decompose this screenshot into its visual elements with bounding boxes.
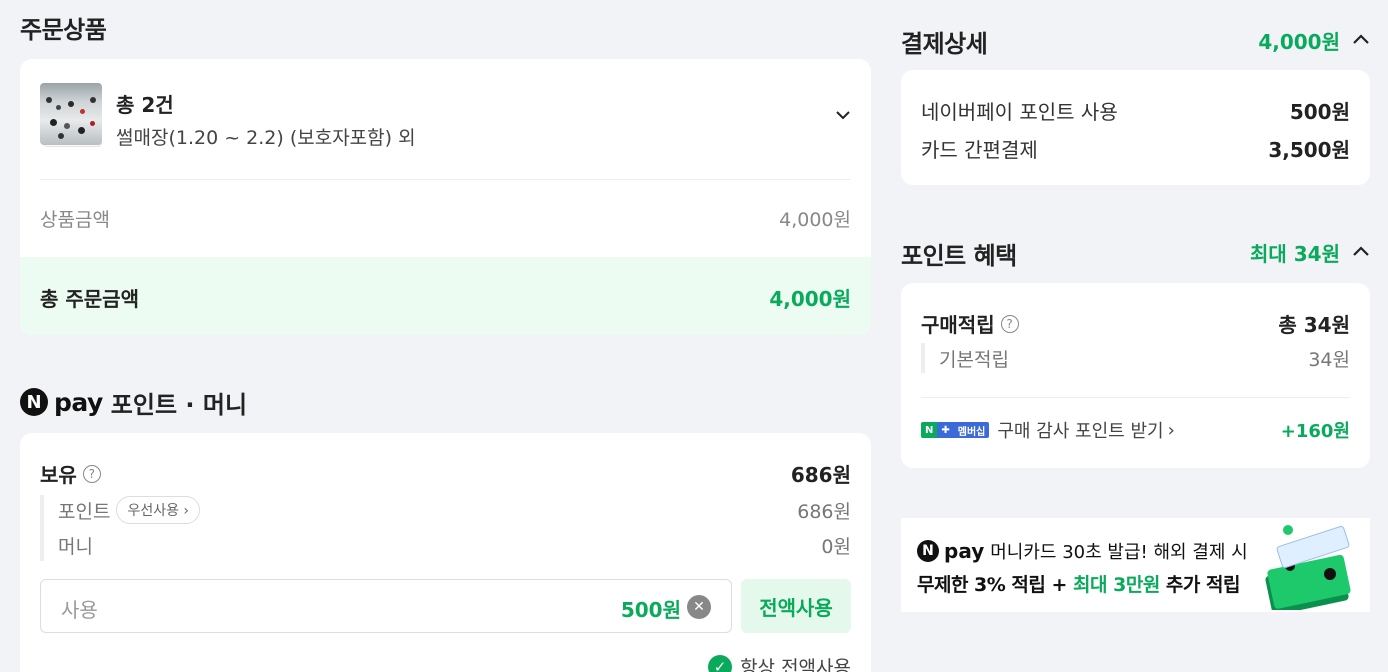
point-benefit-title: 포인트 혜택 <box>901 242 1017 270</box>
order-total-row: 총 주문금액 4,000원 <box>20 257 871 335</box>
product-summary[interactable]: 총 2건 썰매장(1.20 ~ 2.2) (보호자포함) 외 <box>40 83 851 153</box>
clear-icon[interactable]: ✕ <box>687 595 711 619</box>
money-label: 머니 <box>58 535 93 558</box>
product-thumbnail <box>40 83 102 147</box>
use-amount-value: 500원 <box>620 598 681 622</box>
chevron-right-icon: › <box>1167 419 1175 441</box>
npay-section-title: N pay 포인트 · 머니 <box>20 386 248 419</box>
purchase-reward-value: 총 34원 <box>1278 313 1350 337</box>
basic-reward-row: 기본적립 34원 <box>921 343 1350 373</box>
priority-use-pill[interactable]: 우선사용 › <box>116 496 201 524</box>
point-benefit-card: 구매적립 ? 총 34원 기본적립 34원 N ✚ 멤버십 구매 감사 포인트 … <box>901 283 1370 468</box>
thanks-point-label: 구매 감사 포인트 받기 <box>997 421 1164 442</box>
payment-line-value: 3,500원 <box>1268 138 1350 162</box>
help-icon[interactable]: ? <box>82 464 101 483</box>
sledding-photo <box>40 83 102 145</box>
naver-n-logo: N <box>917 540 939 562</box>
order-total-label: 총 주문금액 <box>40 287 139 311</box>
money-card-illustration <box>1265 525 1351 610</box>
chevron-up-icon[interactable] <box>1352 242 1370 260</box>
divider <box>921 397 1350 398</box>
pay-logo: pay <box>54 387 103 417</box>
payment-line-label: 네이버페이 포인트 사용 <box>921 100 1118 124</box>
purchase-reward-label: 구매적립 <box>921 313 995 337</box>
thanks-point-value: +160원 <box>1280 421 1350 442</box>
product-name: 썰매장(1.20 ~ 2.2) (보호자포함) 외 <box>116 127 416 149</box>
money-row: 머니 0원 <box>58 530 851 560</box>
check-icon: ✓ <box>708 654 733 672</box>
pay-logo: pay <box>944 539 985 563</box>
product-price-label: 상품금액 <box>40 209 110 231</box>
point-benefit-max: 최대 34원 <box>1250 242 1340 266</box>
owned-breakdown: 포인트 우선사용 › 686원 머니 0원 <box>40 495 851 561</box>
divider <box>40 179 851 180</box>
point-label: 포인트 <box>58 500 111 523</box>
payment-detail-title: 결제상세 <box>901 30 988 58</box>
use-amount-placeholder: 사용 <box>61 598 98 622</box>
use-amount-input[interactable]: 사용 500원 ✕ <box>40 579 732 633</box>
point-benefit-header[interactable]: 포인트 혜택 최대 34원 <box>901 236 1370 270</box>
point-row: 포인트 우선사용 › 686원 <box>58 495 851 525</box>
owned-row: 보유? 686원 <box>40 459 851 487</box>
npay-title: 포인트 · 머니 <box>110 390 248 419</box>
order-section-title: 주문상품 <box>20 16 107 44</box>
thanks-point-link[interactable]: N ✚ 멤버십 구매 감사 포인트 받기 › +160원 <box>921 417 1350 443</box>
always-use-all-toggle[interactable]: ✓ 항상 전액사용 <box>708 653 851 672</box>
product-price-row: 상품금액 4,000원 <box>40 205 851 232</box>
payment-line: 카드 간편결제 3,500원 <box>921 134 1350 163</box>
payment-line-label: 카드 간편결제 <box>921 138 1038 162</box>
product-price-value: 4,000원 <box>779 209 851 231</box>
basic-reward-label: 기본적립 <box>939 349 1009 371</box>
basic-reward-value: 34원 <box>1308 349 1350 371</box>
payment-line: 네이버페이 포인트 사용 500원 <box>921 96 1350 125</box>
owned-value: 686원 <box>790 463 851 487</box>
naver-n-logo: N <box>20 388 48 416</box>
chevron-up-icon[interactable] <box>1352 30 1370 48</box>
money-value: 0원 <box>821 535 851 558</box>
payment-detail-header[interactable]: 결제상세 4,000원 <box>901 24 1370 58</box>
order-total-value: 4,000원 <box>769 287 851 311</box>
always-use-all-label: 항상 전액사용 <box>740 657 851 672</box>
purchase-reward-row: 구매적립 ? 총 34원 <box>921 309 1350 338</box>
money-card-banner[interactable]: N pay 머니카드 30초 발급! 해외 결제 시 무제한 3% 적립 + 최… <box>901 518 1370 612</box>
payment-total: 4,000원 <box>1258 30 1340 54</box>
checkout-page: 주문상품 총 2건 썰매장(1.20 ~ 2.2) (보호자포함) 외 상품금액… <box>0 0 1388 672</box>
point-value: 686원 <box>797 500 851 523</box>
banner-line2: 무제한 3% 적립 + 최대 3만원 추가 적립 <box>917 574 1240 596</box>
product-count: 총 2건 <box>116 93 174 117</box>
npay-card: 보유? 686원 포인트 우선사용 › 686원 머니 0원 사용 500원 ✕ <box>20 433 871 672</box>
payment-line-value: 500원 <box>1289 100 1350 124</box>
chevron-down-icon[interactable] <box>835 107 851 123</box>
banner-line1: 머니카드 30초 발급! 해외 결제 시 <box>990 542 1248 563</box>
naver-plus-membership-badge: N ✚ 멤버십 <box>921 422 990 438</box>
owned-label: 보유 <box>40 463 77 487</box>
order-card: 총 2건 썰매장(1.20 ~ 2.2) (보호자포함) 외 상품금액 4,00… <box>20 59 871 335</box>
use-all-button[interactable]: 전액사용 <box>741 579 851 633</box>
help-icon[interactable]: ? <box>1000 314 1019 333</box>
payment-detail-card: 네이버페이 포인트 사용 500원 카드 간편결제 3,500원 <box>901 70 1370 185</box>
